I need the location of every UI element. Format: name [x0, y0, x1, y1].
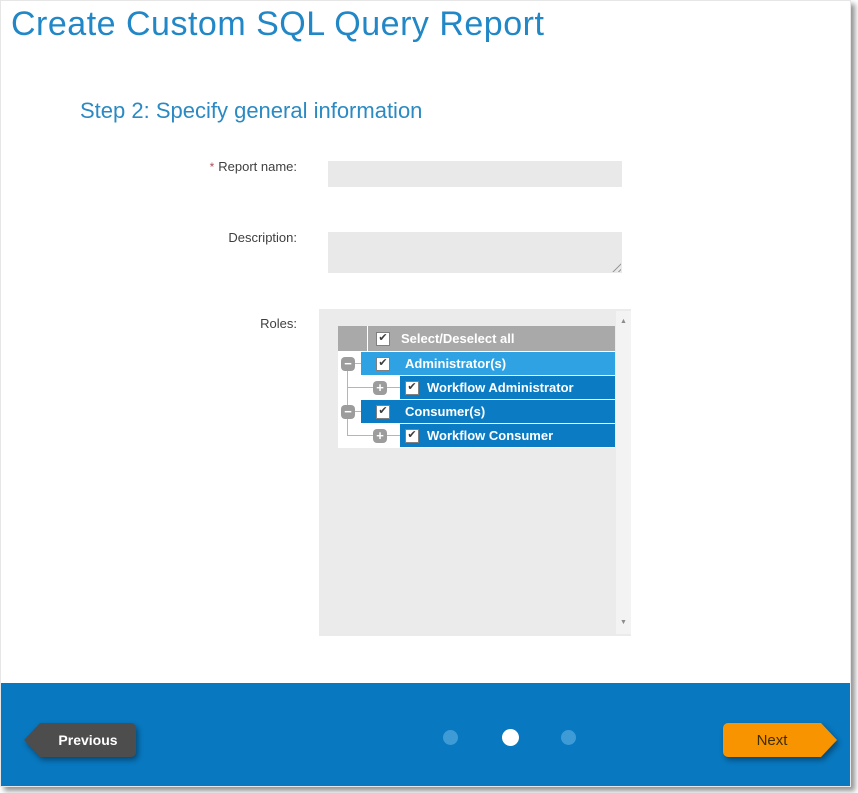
checkmark-icon: ✔ [378, 333, 387, 344]
tree-header-corner-cell [338, 326, 367, 351]
tree-row-workflow-consumer[interactable]: ✔ Workflow Consumer [400, 424, 615, 447]
wizard-footer: Previous Next [1, 683, 850, 786]
collapse-icon[interactable]: − [341, 357, 355, 371]
scroll-up-icon[interactable]: ▲ [616, 317, 631, 327]
required-asterisk: * [210, 160, 215, 174]
wizard-page: Create Custom SQL Query Report Step 2: S… [0, 0, 851, 787]
checkmark-icon: ✔ [407, 430, 416, 441]
report-name-label-text: Report name: [218, 159, 297, 174]
expand-icon[interactable]: + [373, 381, 387, 395]
previous-button[interactable]: Previous [40, 723, 136, 757]
select-all-label: Select/Deselect all [401, 331, 514, 346]
roles-tree-panel: ✔ Select/Deselect all − + − + ✔ Administ… [319, 309, 631, 636]
role-checkbox[interactable]: ✔ [376, 357, 390, 371]
select-all-checkbox[interactable]: ✔ [376, 332, 390, 346]
checkmark-icon: ✔ [378, 406, 387, 417]
step-dot-2-active [502, 729, 519, 746]
tree-row-label: Administrator(s) [405, 356, 506, 371]
checkmark-icon: ✔ [407, 382, 416, 393]
scroll-down-icon[interactable]: ▼ [616, 618, 631, 628]
tree-row-consumers[interactable]: ✔ Consumer(s) [361, 400, 615, 423]
description-label: Description: [141, 230, 297, 245]
role-checkbox[interactable]: ✔ [376, 405, 390, 419]
previous-button-label: Previous [58, 732, 117, 748]
plus-glyph: + [376, 430, 384, 442]
tree-row-label: Workflow Administrator [427, 380, 574, 395]
roles-label-text: Roles: [260, 316, 297, 331]
checkmark-icon: ✔ [378, 358, 387, 369]
role-checkbox[interactable]: ✔ [405, 381, 419, 395]
collapse-icon[interactable]: − [341, 405, 355, 419]
minus-glyph: − [344, 406, 352, 418]
step-heading: Step 2: Specify general information [80, 98, 422, 124]
tree-connector-stub [348, 435, 373, 436]
step-dot-1 [443, 730, 458, 745]
description-textarea[interactable] [328, 232, 622, 273]
tree-connector-stub [348, 387, 373, 388]
tree-row-label: Workflow Consumer [427, 428, 553, 443]
tree-row-workflow-administrator[interactable]: ✔ Workflow Administrator [400, 376, 615, 399]
plus-glyph: + [376, 382, 384, 394]
role-checkbox[interactable]: ✔ [405, 429, 419, 443]
expand-icon[interactable]: + [373, 429, 387, 443]
report-name-label: *Report name: [141, 159, 297, 174]
description-label-text: Description: [228, 230, 297, 245]
report-name-input[interactable] [328, 161, 622, 187]
step-dot-3 [561, 730, 576, 745]
tree-connector-stub [387, 435, 400, 436]
next-button-label: Next [757, 732, 788, 749]
tree-scrollbar[interactable]: ▲ ▼ [616, 311, 631, 634]
page-title: Create Custom SQL Query Report [11, 5, 544, 44]
roles-label: Roles: [141, 316, 297, 331]
tree-row-administrators[interactable]: ✔ Administrator(s) [361, 352, 615, 375]
next-button[interactable]: Next [723, 723, 821, 757]
tree-connector-stub [387, 387, 400, 388]
tree-header-row[interactable]: ✔ Select/Deselect all [368, 326, 615, 351]
tree-row-label: Consumer(s) [405, 404, 485, 419]
minus-glyph: − [344, 358, 352, 370]
